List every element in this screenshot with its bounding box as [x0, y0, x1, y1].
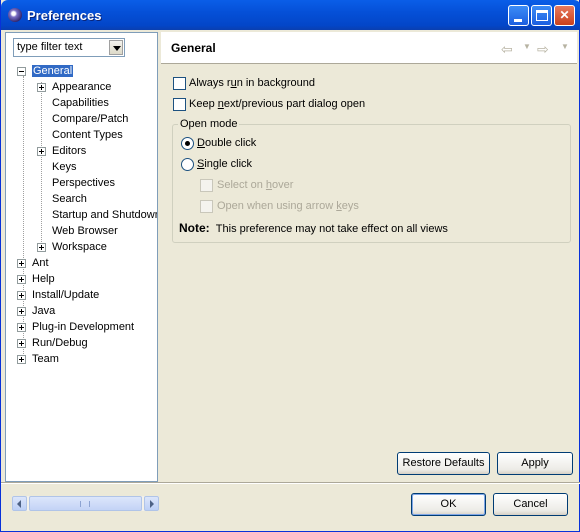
tree-item-java[interactable]: Java [6, 304, 157, 320]
tree-item-label: Install/Update [32, 289, 100, 301]
expand-icon[interactable] [17, 323, 26, 332]
tree-item-label: Web Browser [52, 225, 118, 237]
tree-item-ant[interactable]: Ant [6, 256, 157, 272]
tree-item-web-browser[interactable]: Web Browser [6, 224, 157, 240]
dialog-separator-highlight [1, 483, 580, 484]
expand-icon[interactable] [17, 339, 26, 348]
tree-item-perspectives[interactable]: Perspectives [6, 176, 157, 192]
eclipse-icon [8, 8, 22, 22]
tree-item-label: Java [32, 305, 56, 317]
minimize-icon [514, 19, 522, 22]
scroll-right-icon[interactable] [144, 496, 159, 511]
title-bar[interactable]: Preferences ✕ [1, 0, 580, 30]
scroll-thumb[interactable] [29, 496, 142, 511]
note-text: Note: This preference may not take effec… [179, 221, 448, 235]
tree-item-label: Run/Debug [32, 337, 88, 349]
expand-icon[interactable] [37, 83, 46, 92]
preferences-window: Preferences ✕ type filter text General Ap… [0, 0, 580, 532]
tree-item-team[interactable]: Team [6, 352, 157, 368]
horizontal-scrollbar[interactable] [12, 496, 159, 511]
expand-icon[interactable] [17, 259, 26, 268]
tree-item-label: Content Types [52, 129, 123, 141]
double-click-radio[interactable] [181, 137, 194, 150]
tree-item-label: Ant [32, 257, 49, 269]
tree-item-plug-in-development[interactable]: Plug-in Development [6, 320, 157, 336]
filter-input[interactable]: type filter text [17, 41, 82, 53]
tree-item-content-types[interactable]: Content Types [6, 128, 157, 144]
maximize-icon [536, 10, 548, 21]
tree-item-label: Team [32, 353, 59, 365]
keep-next-previous-label[interactable]: Keep next/previous part dialog open [189, 98, 365, 110]
tree-item-run-debug[interactable]: Run/Debug [6, 336, 157, 352]
tree-item-label: Perspectives [52, 177, 115, 189]
filter-dropdown-icon[interactable] [109, 40, 123, 55]
tree-item-help[interactable]: Help [6, 272, 157, 288]
restore-defaults-button[interactable]: Restore Defaults [397, 452, 490, 475]
tree-item-label: Editors [52, 145, 87, 157]
expand-icon[interactable] [17, 307, 26, 316]
open-arrow-keys-label: Open when using arrow keys [217, 200, 359, 212]
window-title: Preferences [27, 8, 102, 23]
collapse-icon[interactable] [17, 67, 26, 76]
expand-icon[interactable] [37, 147, 46, 156]
tree-item-search[interactable]: Search [6, 192, 157, 208]
tree-item-install-update[interactable]: Install/Update [6, 288, 157, 304]
tree-item-general[interactable]: General [6, 64, 157, 80]
page-title: General [171, 41, 216, 55]
page-header: General ⇦ ▼ ⇨ ▼ [161, 32, 577, 64]
keep-next-previous-checkbox[interactable] [173, 98, 186, 111]
ok-button[interactable]: OK [411, 493, 486, 516]
single-click-radio[interactable] [181, 158, 194, 171]
single-click-label[interactable]: Single click [197, 158, 252, 170]
tree-item-label: Plug-in Development [32, 321, 135, 333]
close-button[interactable]: ✕ [554, 5, 575, 26]
tree-item-appearance[interactable]: Appearance [6, 80, 157, 96]
expand-icon[interactable] [17, 291, 26, 300]
forward-arrow-icon[interactable]: ⇨ [537, 41, 549, 58]
note-label: Note: [179, 221, 210, 235]
minimize-button[interactable] [508, 5, 529, 26]
scroll-left-icon[interactable] [12, 496, 27, 511]
expand-icon[interactable] [17, 275, 26, 284]
close-icon: ✕ [559, 8, 570, 22]
tree-item-editors[interactable]: Editors [6, 144, 157, 160]
back-history-dropdown-icon[interactable]: ▼ [523, 42, 531, 51]
tree-item-label: Keys [52, 161, 77, 173]
expand-icon[interactable] [17, 355, 26, 364]
forward-history-dropdown-icon[interactable]: ▼ [561, 42, 569, 51]
tree-item-workspace[interactable]: Workspace [6, 240, 157, 256]
tree-item-label: Appearance [52, 81, 112, 93]
tree-item-keys[interactable]: Keys [6, 160, 157, 176]
maximize-button[interactable] [531, 5, 552, 26]
tree-item-compare-patch[interactable]: Compare/Patch [6, 112, 157, 128]
expand-icon[interactable] [37, 243, 46, 252]
always-run-background-label[interactable]: Always run in background [189, 77, 315, 89]
double-click-label[interactable]: Double click [197, 137, 256, 149]
preference-tree-pane: type filter text General Appearance Capabi… [5, 32, 159, 511]
select-on-hover-checkbox[interactable] [200, 179, 213, 192]
open-arrow-keys-checkbox[interactable] [200, 200, 213, 213]
filter-combo[interactable]: type filter text [13, 38, 125, 57]
preference-tree: General Appearance Capabilities Compare/Pat… [6, 64, 157, 464]
tree-item-label: Startup and Shutdown [52, 209, 157, 221]
tree-item-capabilities[interactable]: Capabilities [6, 96, 157, 112]
tree-item-label: Workspace [52, 241, 107, 253]
apply-button[interactable]: Apply [497, 452, 573, 475]
cancel-button[interactable]: Cancel [493, 493, 568, 516]
back-arrow-icon[interactable]: ⇦ [501, 41, 513, 58]
always-run-background-checkbox[interactable] [173, 77, 186, 90]
tree-item-label: Capabilities [52, 97, 109, 109]
open-mode-legend: Open mode [178, 118, 240, 130]
tree-item-label: Compare/Patch [52, 113, 129, 125]
tree-item-label: Help [32, 273, 55, 285]
tree-item-label: Search [52, 193, 87, 205]
tree-item-startup-and-shutdown[interactable]: Startup and Shutdown [6, 208, 157, 224]
preference-page: General ⇦ ▼ ⇨ ▼ Always run in background… [161, 32, 577, 480]
select-on-hover-label: Select on hover [217, 179, 294, 191]
tree-item-label: General [30, 64, 75, 78]
